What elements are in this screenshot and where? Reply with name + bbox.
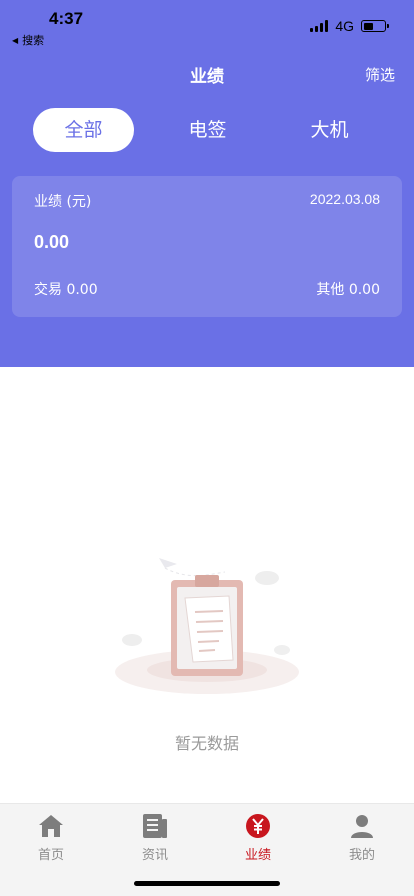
news-icon: [120, 812, 190, 840]
trade-amount: 交易 0.00: [34, 282, 98, 298]
home-indicator: [134, 881, 280, 886]
other-amount: 其他 0.00: [316, 282, 380, 298]
nav-profile[interactable]: 我的: [327, 812, 397, 863]
nav-performance-label: 业绩: [244, 848, 271, 863]
signal-icon: [310, 20, 329, 32]
yen-icon: [223, 812, 293, 840]
network-type: 4G: [335, 18, 354, 34]
performance-summary-card: 业绩 (元) 2022.03.08 0.00 交易 0.00 其他 0.00: [12, 176, 402, 317]
tab-all[interactable]: 全部: [33, 108, 134, 152]
empty-clipboard-icon: [115, 558, 299, 694]
page-title: 业绩: [190, 67, 224, 87]
tab-e-sign[interactable]: 电签: [157, 108, 258, 152]
nav-news[interactable]: 资讯: [120, 812, 190, 863]
empty-state-text: 暂无数据: [174, 734, 239, 753]
summary-date: 2022.03.08: [309, 191, 380, 207]
nav-news-label: 资讯: [141, 848, 168, 863]
nav-profile-label: 我的: [348, 848, 375, 863]
back-to-app-link[interactable]: ◀ 搜索: [12, 32, 44, 48]
back-app-label: 搜索: [22, 34, 45, 47]
status-indicators: 4G: [310, 18, 389, 34]
performance-label: 业绩 (元): [34, 194, 92, 210]
user-icon: [327, 812, 397, 840]
battery-icon: [361, 20, 389, 32]
nav-home[interactable]: 首页: [16, 812, 86, 863]
nav-home-label: 首页: [37, 848, 64, 863]
filter-button[interactable]: 筛选: [365, 64, 395, 85]
battery-fill: [363, 22, 373, 30]
status-time: 4:37: [49, 9, 84, 28]
performance-amount: 0.00: [34, 232, 70, 252]
home-icon: [16, 812, 86, 840]
tab-pos-machine[interactable]: 大机: [279, 108, 380, 152]
nav-performance[interactable]: 业绩: [223, 812, 293, 863]
back-arrow-icon: ◀: [12, 35, 19, 45]
